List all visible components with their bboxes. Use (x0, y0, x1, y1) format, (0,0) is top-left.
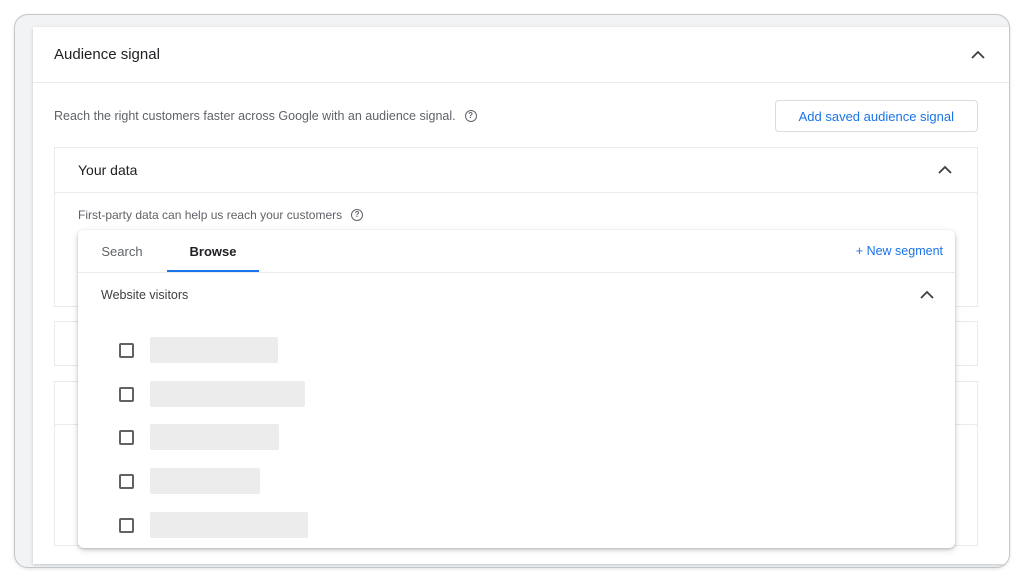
segment-checkbox[interactable] (119, 342, 134, 358)
tab-search[interactable]: Search (78, 230, 166, 272)
add-saved-audience-signal-button[interactable]: Add saved audience signal (774, 100, 978, 132)
list-item[interactable] (119, 381, 305, 407)
audience-intro-row: Reach the right customers faster across … (54, 100, 978, 132)
help-icon[interactable]: ? (351, 209, 364, 221)
audience-description-wrap: Reach the right customers faster across … (54, 109, 477, 123)
collapse-chevron-up-icon[interactable] (933, 158, 957, 182)
list-item[interactable] (119, 468, 260, 494)
website-visitors-group-header[interactable]: Website visitors (78, 273, 955, 317)
audience-signal-header[interactable]: Audience signal (33, 27, 1009, 83)
your-data-description: First-party data can help us reach your … (78, 208, 343, 222)
redacted-segment-name (150, 512, 308, 538)
list-item[interactable] (119, 424, 279, 450)
redacted-segment-name (150, 337, 278, 363)
your-data-description-wrap: First-party data can help us reach your … (78, 208, 364, 222)
redacted-segment-name (150, 424, 279, 450)
website-visitors-label: Website visitors (101, 288, 189, 302)
segment-checkbox[interactable] (119, 429, 134, 445)
list-item[interactable] (119, 337, 278, 363)
audience-signal-title: Audience signal (54, 46, 160, 63)
collapse-chevron-up-icon[interactable] (915, 283, 939, 307)
segment-checkbox[interactable] (119, 473, 134, 489)
help-icon[interactable]: ? (464, 110, 477, 122)
segment-picker-dropdown: Search Browse + New segment Website visi… (78, 230, 955, 548)
your-data-title: Your data (78, 162, 138, 178)
your-data-header[interactable]: Your data (55, 148, 977, 193)
audience-description: Reach the right customers faster across … (54, 109, 456, 123)
redacted-segment-name (150, 381, 305, 407)
new-segment-link[interactable]: + New segment (856, 230, 943, 272)
redacted-segment-name (150, 468, 260, 494)
segment-picker-tabs: Search Browse + New segment (78, 230, 955, 273)
segment-checkbox[interactable] (119, 386, 134, 402)
segment-checkbox[interactable] (119, 517, 134, 533)
audience-signal-card: Audience signal Reach the right customer… (33, 27, 1009, 564)
list-item[interactable] (119, 512, 308, 538)
collapse-chevron-up-icon[interactable] (966, 43, 990, 67)
tab-browse[interactable]: Browse (167, 230, 259, 272)
screenshot-frame: Audience signal Reach the right customer… (14, 14, 1010, 568)
